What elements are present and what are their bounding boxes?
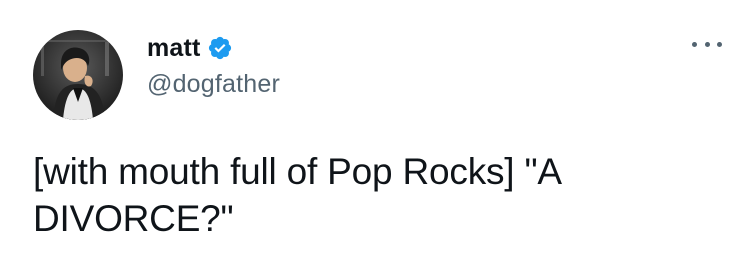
name-row: matt [147,33,280,63]
more-dot [717,41,722,47]
verified-badge-icon [207,35,233,61]
tweet-card: matt @dogfather [with mouth full of Pop … [0,0,750,275]
display-name[interactable]: matt [147,34,201,63]
avatar[interactable] [33,30,123,120]
user-handle[interactable]: @dogfather [147,70,280,99]
more-dot [704,41,710,47]
more-dot [692,41,697,47]
avatar-photo [33,30,123,120]
tweet-text: [with mouth full of Pop Rocks] "A DIVORC… [33,151,570,239]
more-options-icon[interactable] [692,34,722,54]
tweet-header: matt @dogfather [147,33,280,99]
